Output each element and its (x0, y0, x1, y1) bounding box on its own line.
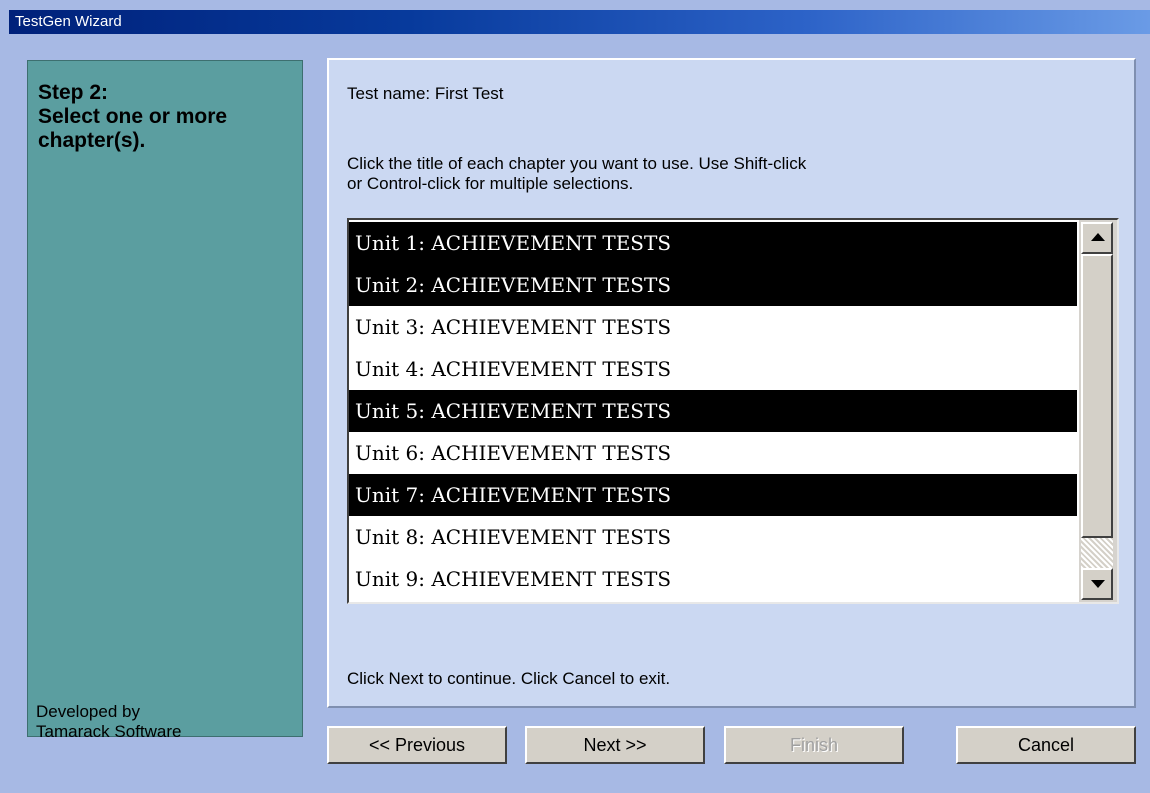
chapter-item[interactable]: Unit 2: ACHIEVEMENT TESTS (349, 264, 1077, 306)
step-title: Select one or more chapter(s). (38, 105, 228, 152)
chapter-item[interactable]: Unit 5: ACHIEVEMENT TESTS (349, 390, 1077, 432)
scroll-down-button[interactable] (1081, 568, 1113, 600)
window-title: TestGen Wizard (15, 13, 122, 30)
wizard-window: TestGen Wizard Step 2: Select one or mor… (0, 0, 1150, 793)
finish-button[interactable]: Finish (724, 726, 904, 764)
instructions: Click the title of each chapter you want… (347, 154, 1107, 194)
chapter-item[interactable]: Unit 4: ACHIEVEMENT TESTS (349, 348, 1077, 390)
chapter-item[interactable]: Unit 1: ACHIEVEMENT TESTS (349, 222, 1077, 264)
continue-hint: Click Next to continue. Click Cancel to … (347, 669, 671, 688)
main-panel: Test name: First Test Click the title of… (327, 58, 1136, 708)
chapter-item[interactable]: Unit 3: ACHIEVEMENT TESTS (349, 306, 1077, 348)
developer-credit: Developed by Tamarack Software (36, 702, 296, 742)
previous-button[interactable]: << Previous (327, 726, 507, 764)
chapter-list: Unit 1: ACHIEVEMENT TESTS Unit 2: ACHIEVE… (349, 222, 1077, 600)
instructions-line-2: or Control-click for multiple selections… (347, 174, 634, 193)
chapter-item[interactable]: Unit 8: ACHIEVEMENT TESTS (349, 516, 1077, 558)
test-name-label: Test name: First Test (347, 84, 504, 103)
scroll-thumb[interactable] (1081, 254, 1113, 538)
arrow-down-icon (1091, 580, 1105, 588)
arrow-up-icon (1091, 233, 1105, 241)
step-heading: Step 2: (38, 81, 109, 104)
scroll-track[interactable] (1081, 538, 1113, 568)
title-bar: TestGen Wizard (9, 10, 1150, 34)
next-button[interactable]: Next >> (525, 726, 705, 764)
cancel-button[interactable]: Cancel (956, 726, 1136, 764)
credit-line-2: Tamarack Software (36, 722, 182, 741)
chapter-listbox[interactable]: Unit 1: ACHIEVEMENT TESTS Unit 2: ACHIEVE… (347, 218, 1119, 604)
scroll-up-button[interactable] (1081, 222, 1113, 254)
chapter-item[interactable]: Unit 6: ACHIEVEMENT TESTS (349, 432, 1077, 474)
credit-line-1: Developed by (36, 702, 140, 721)
chapter-item[interactable]: Unit 7: ACHIEVEMENT TESTS (349, 474, 1077, 516)
side-panel: Step 2: Select one or more chapter(s). D… (27, 60, 303, 741)
vertical-scrollbar[interactable] (1079, 220, 1117, 602)
chapter-item[interactable]: Unit 9: ACHIEVEMENT TESTS (349, 558, 1077, 600)
instructions-line-1: Click the title of each chapter you want… (347, 154, 807, 173)
